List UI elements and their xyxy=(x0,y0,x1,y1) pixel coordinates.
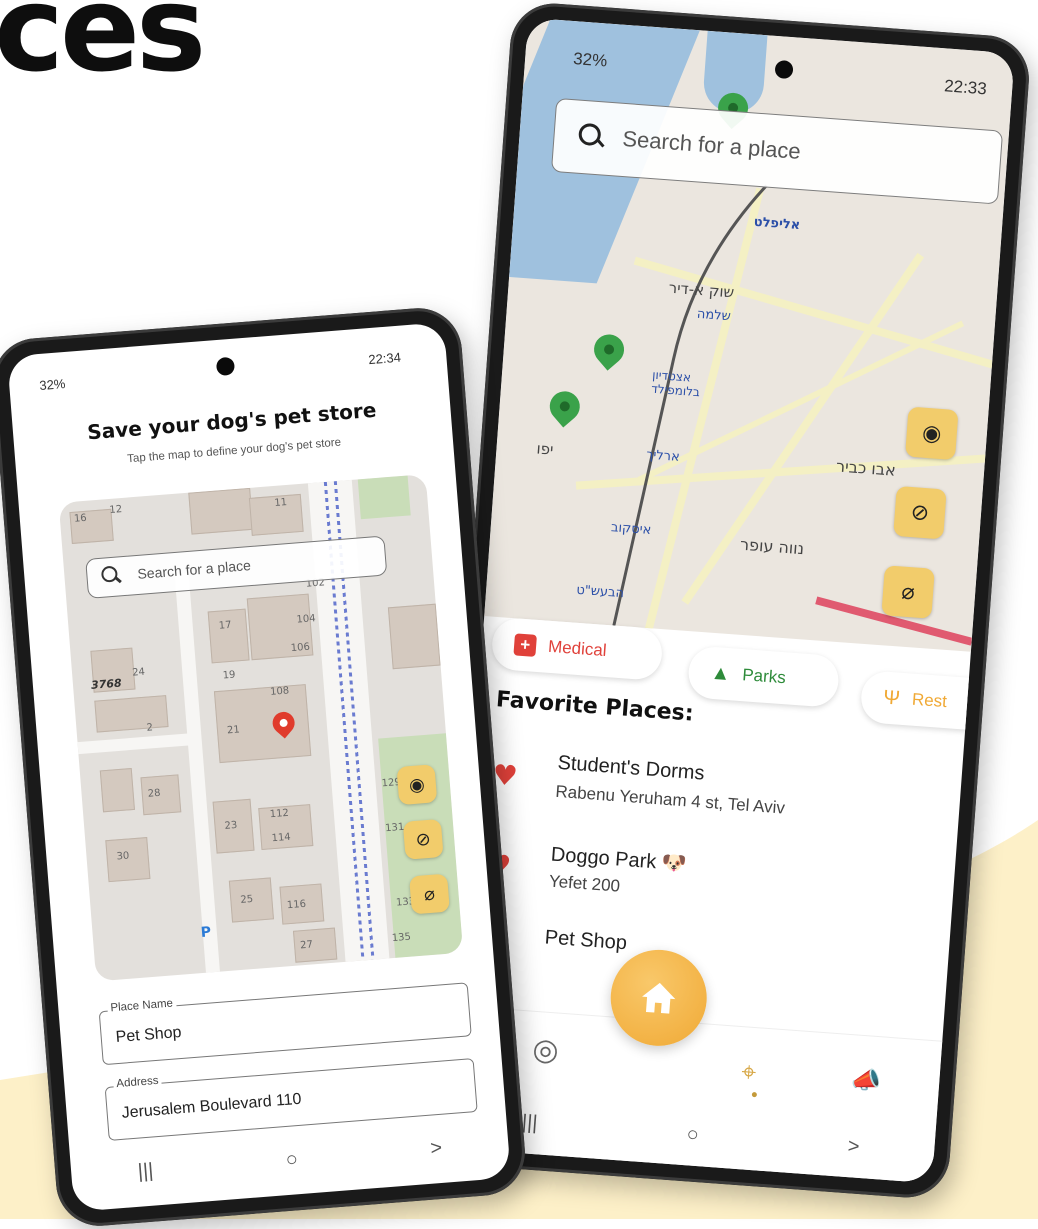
map-label: 108 xyxy=(269,685,290,698)
favorite-address: Rabenu Yeruham 4 st, Tel Aviv xyxy=(554,781,786,818)
search-icon xyxy=(100,565,119,583)
left-map[interactable]: 16 12 11 102 104 106 3768 24 19 108 17 2… xyxy=(58,474,464,982)
parking-label: P xyxy=(200,924,212,942)
map-label: 114 xyxy=(271,831,292,845)
tree-icon: ▲ xyxy=(709,661,732,685)
right-screen: אליפלט שוק א-דיר שלמה אצטדיון בלומפילד י… xyxy=(445,17,1015,1184)
map-label: 30 xyxy=(116,850,130,863)
target-tab-icon[interactable]: ◎ xyxy=(531,1032,560,1069)
home-button[interactable]: ○ xyxy=(686,1123,700,1147)
map-label: 135 xyxy=(391,931,412,945)
category-medical[interactable]: + Medical xyxy=(490,616,664,682)
search-icon xyxy=(577,122,602,147)
place-name-label: Place Name xyxy=(107,997,177,1015)
recent-apps-button[interactable]: ||| xyxy=(137,1160,154,1184)
hero-title: ces xyxy=(0,0,206,98)
map-label: 25 xyxy=(239,893,254,906)
category-label: Rest xyxy=(911,689,948,712)
location-off-icon[interactable]: ⌀ xyxy=(409,873,450,915)
map-label: 12 xyxy=(108,503,123,516)
status-battery: 32% xyxy=(572,49,608,71)
map-label: 11 xyxy=(273,496,288,509)
category-parks[interactable]: ▲ Parks xyxy=(686,645,841,709)
search-placeholder: Search for a place xyxy=(621,125,802,164)
category-label: Medical xyxy=(547,636,608,661)
phone-right: אליפלט שוק א-דיר שלמה אצטדיון בלומפילד י… xyxy=(428,0,1032,1201)
map-label: 2 xyxy=(146,722,154,734)
favorite-name: Student's Dorms xyxy=(556,751,706,785)
map-label: אצטדיון בלומפילד xyxy=(650,367,701,400)
status-time: 22:33 xyxy=(943,76,988,99)
map-label: 23 xyxy=(224,819,238,832)
map-label: 106 xyxy=(290,641,311,655)
map-pin-tab-icon[interactable]: ⌖ xyxy=(740,1057,757,1089)
target-icon[interactable]: ◉ xyxy=(396,764,438,806)
map-label: איסקוב xyxy=(610,520,652,539)
home-icon xyxy=(642,982,676,1014)
left-screen: 32% 22:34 Save your dog's pet store Tap … xyxy=(7,322,511,1212)
map-label: 21 xyxy=(226,724,241,737)
map-label: 104 xyxy=(296,613,317,626)
address-label: Address xyxy=(112,1074,162,1091)
map-label: 27 xyxy=(299,939,314,952)
location-off-icon[interactable]: ⌀ xyxy=(881,565,935,619)
address-field[interactable]: Address Jerusalem Boulevard 110 xyxy=(104,1058,478,1141)
place-name-value: Pet Shop xyxy=(115,1023,183,1047)
fork-knife-icon: Ψ xyxy=(882,686,901,710)
map-label: 17 xyxy=(218,619,232,632)
place-name-field[interactable]: Place Name Pet Shop xyxy=(98,982,472,1066)
system-nav-bar: ||| ○ > xyxy=(71,1132,509,1189)
favorite-name: Doggo Park 🐶 xyxy=(550,843,688,876)
map-label: 24 xyxy=(131,666,146,679)
address-value: Jerusalem Boulevard 110 xyxy=(121,1090,303,1122)
map-label: יפו xyxy=(535,439,555,459)
compass-icon[interactable]: ⊘ xyxy=(893,485,947,540)
megaphone-tab-icon[interactable]: 📣 xyxy=(850,1065,882,1095)
favorites-title: Favorite Places: xyxy=(495,687,695,727)
map-label: 28 xyxy=(147,787,161,800)
category-label: Parks xyxy=(741,665,787,688)
favorite-name: Pet Shop xyxy=(544,926,628,955)
back-button[interactable]: > xyxy=(847,1135,860,1159)
map-label: 16 xyxy=(73,512,88,525)
recent-apps-button[interactable]: ||| xyxy=(521,1111,538,1135)
phone-left: 32% 22:34 Save your dog's pet store Tap … xyxy=(0,304,529,1229)
map-label: ארליך xyxy=(645,447,681,465)
camera-punch xyxy=(215,356,236,377)
search-placeholder: Search for a place xyxy=(136,557,252,582)
status-time: 22:34 xyxy=(367,349,402,368)
map-label: 116 xyxy=(286,898,307,912)
map-label: שלמה xyxy=(696,306,732,325)
home-button[interactable]: ○ xyxy=(285,1148,299,1172)
target-icon[interactable]: ◉ xyxy=(905,406,959,461)
map-label: 3768 xyxy=(90,676,123,692)
map-label: 112 xyxy=(269,807,290,821)
medical-cross-icon: + xyxy=(513,633,537,657)
active-tab-dot xyxy=(751,1091,758,1098)
back-button[interactable]: > xyxy=(429,1137,442,1161)
favorite-address: Yefet 200 xyxy=(548,871,621,896)
compass-icon[interactable]: ⊘ xyxy=(402,818,444,860)
status-battery: 32% xyxy=(38,376,66,394)
map-label: 19 xyxy=(222,669,236,682)
map-label: 131 xyxy=(384,821,405,835)
right-map[interactable]: אליפלט שוק א-דיר שלמה אצטדיון בלומפילד י… xyxy=(484,17,1015,652)
